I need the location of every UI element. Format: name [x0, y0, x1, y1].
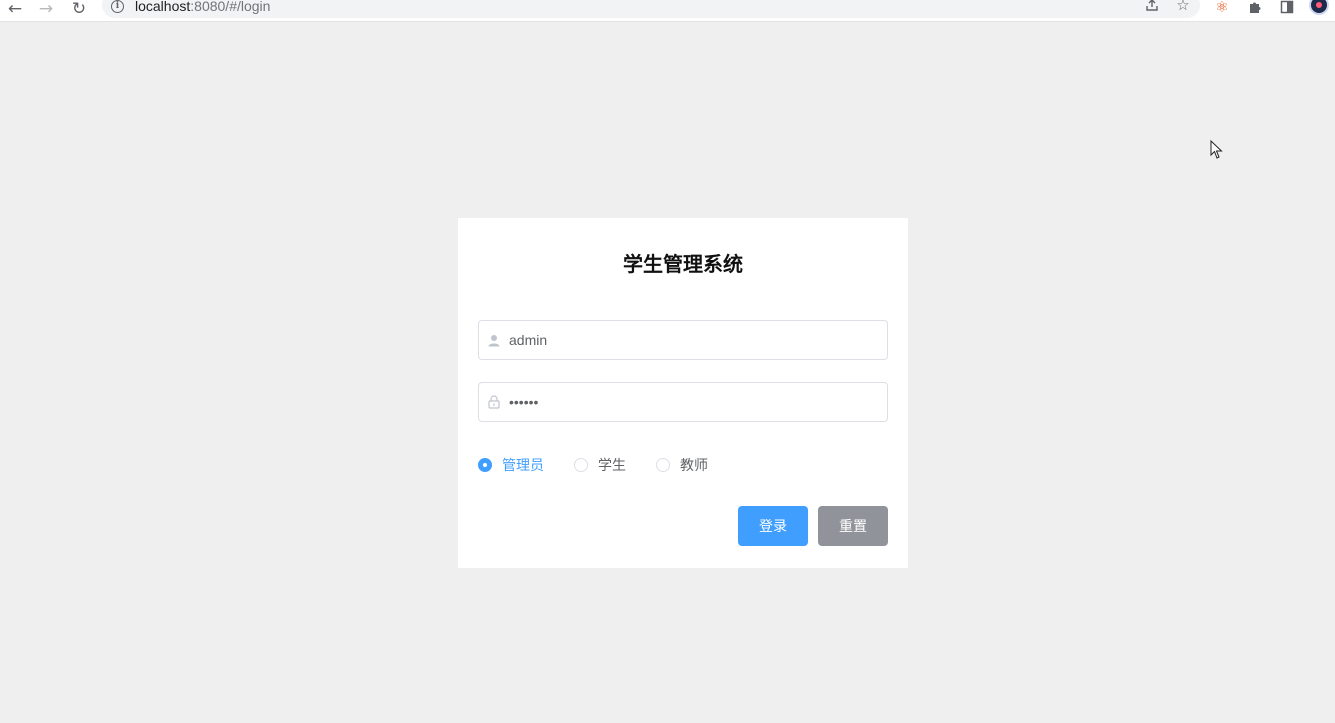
reset-button[interactable]: 重置 [818, 506, 888, 546]
password-field[interactable] [478, 382, 888, 422]
radio-checked-icon[interactable] [478, 458, 492, 472]
role-radio-admin[interactable]: 管理员 [478, 455, 544, 475]
url-path: :8080/#/login [190, 0, 271, 14]
user-icon [479, 321, 509, 359]
role-radio-student[interactable]: 学生 [574, 455, 626, 475]
puzzle-icon[interactable] [1245, 0, 1265, 18]
login-button[interactable]: 登录 [738, 506, 808, 546]
star-icon[interactable]: ☆ [1173, 0, 1193, 14]
info-icon[interactable]: i [111, 0, 124, 13]
forward-arrow-icon[interactable]: → [35, 0, 57, 20]
browser-toolbar: ← → ↻ i localhost:8080/#/login ☆ ⚛ [0, 0, 1335, 22]
password-input[interactable] [509, 383, 869, 421]
login-card: 学生管理系统 管理员 学生 教师 登录 重置 [458, 218, 908, 568]
share-icon[interactable] [1142, 0, 1162, 14]
username-field[interactable] [478, 320, 888, 360]
reload-icon[interactable]: ↻ [68, 0, 90, 20]
back-arrow-icon[interactable]: ← [4, 0, 26, 20]
login-title: 学生管理系统 [623, 252, 743, 276]
orange-extension-icon[interactable]: ⚛ [1212, 0, 1232, 18]
username-input[interactable] [509, 321, 869, 359]
url-host: localhost [135, 0, 191, 14]
role-label-student: 学生 [598, 458, 626, 474]
lock-icon [479, 383, 509, 421]
side-panel-icon[interactable] [1277, 0, 1297, 18]
role-label-admin: 管理员 [502, 458, 544, 474]
profile-avatar-icon[interactable] [1309, 0, 1329, 15]
url-text[interactable]: localhost:8080/#/login [135, 0, 270, 14]
role-label-teacher: 教师 [680, 458, 708, 474]
role-radio-group: 管理员 学生 教师 [478, 455, 738, 475]
role-radio-teacher[interactable]: 教师 [656, 455, 708, 475]
mouse-cursor-icon [1210, 140, 1223, 159]
address-bar[interactable]: i localhost:8080/#/login ☆ [102, 0, 1200, 18]
radio-unchecked-icon[interactable] [656, 458, 670, 472]
radio-unchecked-icon[interactable] [574, 458, 588, 472]
